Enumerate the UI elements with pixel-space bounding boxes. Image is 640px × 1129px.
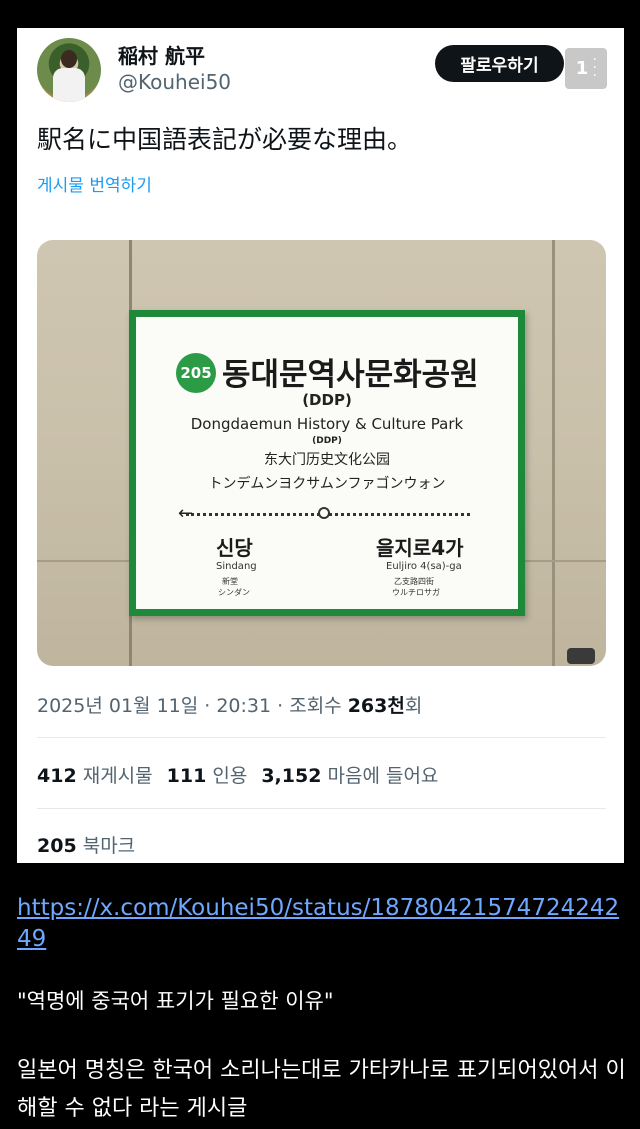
follow-button[interactable]: 팔로우하기 (435, 45, 564, 82)
divider (37, 808, 606, 809)
quotes-label: 인용 (212, 765, 248, 787)
prev-station-en: Sindang (216, 561, 257, 572)
post-quote: "역명에 중국어 표기가 필요한 이유" (17, 989, 334, 1013)
reposts-label: 재게시물 (82, 765, 153, 787)
bookmarks-count: 205 (37, 835, 77, 857)
avatar-head (61, 50, 77, 68)
views-count: 263천 (347, 695, 405, 717)
engagement-stats: 412 재게시물 111 인용 3,152 마음에 들어요 (37, 761, 438, 788)
more-options-button[interactable]: 1 · · · (565, 48, 607, 89)
station-sign: 205 동대문역사문화공원 (DDP) Dongdaemun History &… (129, 310, 525, 616)
station-ddp-small: (DDP) (312, 436, 342, 446)
bookmarks-label: 북마크 (82, 835, 136, 857)
prev-station-zh: 新堂 (222, 577, 238, 586)
views-suffix: 회 (404, 695, 423, 717)
post-description: 일본어 명칭은 한국어 소리나는대로 가타카나로 표기되어있어서 이해할 수 없… (17, 1058, 626, 1121)
avatar[interactable] (37, 38, 101, 102)
timestamp[interactable]: 2025년 01월 11일 · 20:31 · (37, 695, 289, 717)
tweet-text: 駅名に中国語表記が必要な理由。 (37, 125, 413, 154)
station-name-zh: 东大门历史文化公园 (264, 452, 390, 468)
tweet-meta: 2025년 01월 11일 · 20:31 · 조회수 263천회 (37, 691, 422, 718)
display-name[interactable]: 稲村 航平 (118, 40, 205, 69)
reposts-count: 412 (37, 765, 77, 787)
prev-station-ja: シンダン (218, 588, 250, 597)
tweet-card: 稲村 航平 @Kouhei50 팔로우하기 1 · · · 駅名に中国語表記が必要な… (17, 28, 624, 863)
quotes-stat[interactable]: 111 인용 (167, 765, 248, 787)
more-count: 1 (575, 58, 589, 79)
line-number-badge: 205 (176, 353, 216, 393)
arrow-left-icon: ← (178, 503, 194, 524)
prev-station-ko: 신당 (216, 536, 253, 560)
current-station-marker (318, 507, 330, 519)
views-prefix: 조회수 (289, 695, 348, 717)
reposts-stat[interactable]: 412 재게시물 (37, 765, 153, 787)
likes-count: 3,152 (261, 765, 322, 787)
next-station-ja: ウルチロサガ (392, 588, 440, 597)
source-link[interactable]: https://x.com/Kouhei50/status/1878042157… (17, 893, 627, 955)
translate-post-link[interactable]: 게시물 번역하기 (37, 171, 152, 196)
wall-fixture (567, 648, 595, 664)
station-name-en: Dongdaemun History & Culture Park (190, 415, 464, 433)
likes-stat[interactable]: 3,152 마음에 들어요 (261, 765, 438, 787)
quotes-count: 111 (166, 765, 207, 787)
station-name-ko: 동대문역사문화공원 (222, 357, 479, 393)
bookmarks-stat[interactable]: 205 북마크 (37, 831, 135, 858)
next-station-zh: 乙支路四街 (394, 577, 434, 586)
likes-label: 마음에 들어요 (327, 765, 439, 787)
divider (37, 737, 606, 738)
wall-seam (552, 240, 555, 666)
more-dots-icon: · · · (592, 52, 597, 84)
tweet-photo[interactable]: 205 동대문역사문화공원 (DDP) Dongdaemun History &… (37, 240, 606, 666)
station-name-ja: トンデムンヨクサムンファゴンウォン (208, 476, 446, 492)
station-ddp: (DDP) (302, 391, 352, 409)
avatar-body (53, 68, 85, 102)
next-station-ko: 을지로4가 (376, 536, 464, 560)
user-handle[interactable]: @Kouhei50 (118, 70, 231, 94)
next-station-en: Euljiro 4(sa)-ga (386, 561, 462, 572)
